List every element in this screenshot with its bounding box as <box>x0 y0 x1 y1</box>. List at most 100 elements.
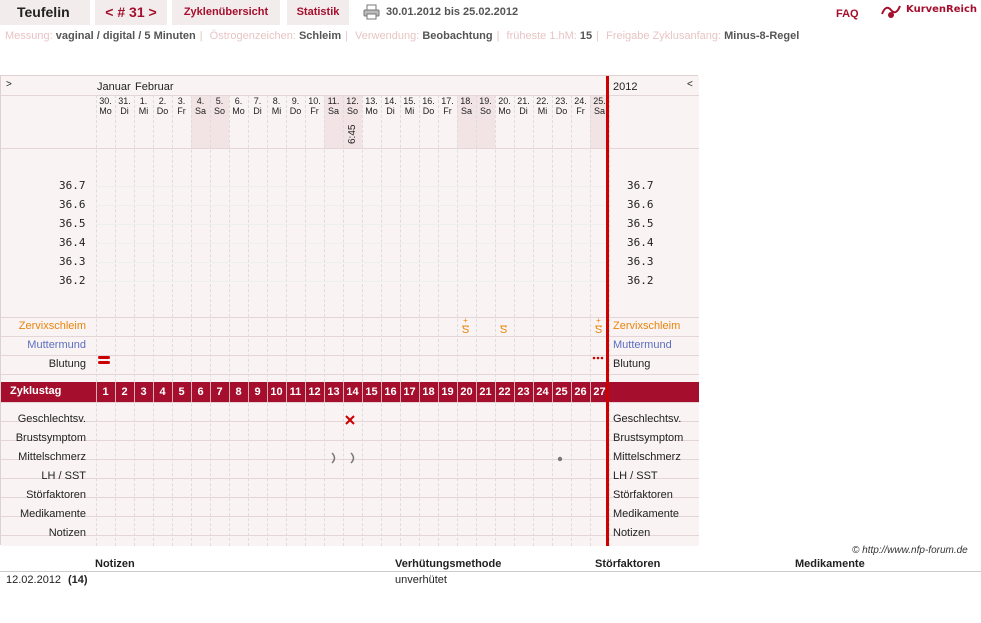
bleeding-strong-icon[interactable] <box>97 355 111 365</box>
date-header[interactable]: 14. Di <box>381 96 400 116</box>
date-header[interactable]: 8. Mi <box>267 96 286 116</box>
date-header[interactable]: 11. Sa <box>324 96 343 116</box>
date-header[interactable]: 18. Sa <box>457 96 476 116</box>
footer-entry-day: (14) <box>68 574 88 586</box>
cycle-day-number[interactable]: 25 <box>552 386 571 398</box>
date-weekday: Fr <box>177 106 186 116</box>
mittelschmerz-dot-icon[interactable] <box>556 455 564 463</box>
cycle-navigator[interactable]: < # 31 > <box>95 0 167 25</box>
temp-axis-label: 36.6 <box>59 198 86 211</box>
date-header[interactable]: 24. Fr <box>571 96 590 116</box>
row-label-bleeding: Blutung <box>48 358 86 370</box>
cycle-day-number[interactable]: 19 <box>438 386 457 398</box>
date-header[interactable]: 2. Do <box>153 96 172 116</box>
chart-nav-prev[interactable]: > <box>6 79 12 90</box>
cycle-day-number[interactable]: 4 <box>153 386 172 398</box>
cycle-day-number[interactable]: 12 <box>305 386 324 398</box>
date-weekday: So <box>213 106 225 116</box>
mittelschmerz-icon[interactable] <box>329 451 339 465</box>
cycle-day-number[interactable]: 7 <box>210 386 229 398</box>
cycle-day-number[interactable]: 9 <box>248 386 267 398</box>
tab-statistics[interactable]: Statistik <box>287 0 349 25</box>
cycle-day-number[interactable]: 8 <box>229 386 248 398</box>
cycle-owner-title: Teufelin <box>0 0 90 25</box>
date-header[interactable]: 10. Fr <box>305 96 324 116</box>
row-label-lower-right: Störfaktoren <box>613 489 673 501</box>
footer-entry-method: unverhütet <box>395 574 447 586</box>
tab-cycle-overview[interactable]: Zyklenübersicht <box>172 0 280 25</box>
date-header[interactable]: 9. Do <box>286 96 305 116</box>
cycle-day-number[interactable]: 26 <box>571 386 590 398</box>
cycle-day-number[interactable]: 14 <box>343 386 362 398</box>
cycle-day-number[interactable]: 1 <box>96 386 115 398</box>
intercourse-cross-icon[interactable] <box>344 414 356 426</box>
date-header[interactable]: 12. So <box>343 96 362 116</box>
cycle-day-number[interactable]: 11 <box>286 386 305 398</box>
date-header[interactable]: 5. So <box>210 96 229 116</box>
date-header[interactable]: 1. Mi <box>134 96 153 116</box>
temp-gridline <box>96 224 606 225</box>
date-header[interactable]: 15. Mi <box>400 96 419 116</box>
mucus-s-plus-icon[interactable]: + S <box>456 316 475 334</box>
date-weekday: Sa <box>460 106 472 116</box>
top-bar: Teufelin < # 31 > Zyklenübersicht Statis… <box>0 0 981 26</box>
chart-nav-next[interactable]: < <box>687 79 693 90</box>
copyright: © http://www.nfp-forum.de <box>852 545 968 556</box>
date-header[interactable]: 17. Fr <box>438 96 457 116</box>
logo-text[interactable]: KurvenReich <box>906 4 977 15</box>
cycle-day-number[interactable]: 3 <box>134 386 153 398</box>
date-day: 18. <box>460 96 473 106</box>
month-january: Januar <box>97 81 131 93</box>
date-day: 14. <box>384 96 397 106</box>
cycle-day-number[interactable]: 24 <box>533 386 552 398</box>
cycle-day-number[interactable]: 17 <box>400 386 419 398</box>
row-label-cervical-mucus-right: Zervixschleim <box>613 320 681 332</box>
cycle-day-number[interactable]: 16 <box>381 386 400 398</box>
date-header[interactable]: 6. Mo <box>229 96 248 116</box>
date-weekday: Mi <box>271 106 282 116</box>
date-header[interactable]: 16. Do <box>419 96 438 116</box>
info-label-release: Freigabe Zyklusanfang: <box>606 30 722 42</box>
date-weekday: Mi <box>537 106 548 116</box>
cycle-day-number[interactable]: 5 <box>172 386 191 398</box>
temp-axis-label-right: 36.4 <box>627 236 654 249</box>
temp-axis-label-right: 36.2 <box>627 274 654 287</box>
cycle-day-number[interactable]: 23 <box>514 386 533 398</box>
date-header[interactable]: 21. Di <box>514 96 533 116</box>
date-day: 3. <box>177 96 186 106</box>
date-header[interactable]: 3. Fr <box>172 96 191 116</box>
cycle-day-number[interactable]: 18 <box>419 386 438 398</box>
printer-icon[interactable] <box>363 4 380 20</box>
date-header[interactable]: 7. Di <box>248 96 267 116</box>
footer-header-notes: Notizen <box>95 558 135 570</box>
info-label-estrogen: Östrogenzeichen: <box>209 30 296 42</box>
mucus-s-icon[interactable]: S <box>494 316 513 334</box>
date-header[interactable]: 31. Di <box>115 96 134 116</box>
bleeding-spotting-icon[interactable] <box>591 355 605 361</box>
cycle-day-number[interactable]: 6 <box>191 386 210 398</box>
date-day: 6. <box>234 96 243 106</box>
date-header[interactable]: 22. Mi <box>533 96 552 116</box>
cycle-day-number[interactable]: 20 <box>457 386 476 398</box>
date-header[interactable]: 30. Mo <box>96 96 115 116</box>
cycle-day-number[interactable]: 22 <box>495 386 514 398</box>
row-label-lower: Geschlechtsv. <box>17 413 86 425</box>
kurvenreich-logo-icon[interactable] <box>880 2 902 20</box>
date-header[interactable]: 19. So <box>476 96 495 116</box>
date-day: 8. <box>272 96 281 106</box>
date-header[interactable]: 13. Mo <box>362 96 381 116</box>
date-day: 12. <box>346 96 359 106</box>
cycle-day-number[interactable]: 13 <box>324 386 343 398</box>
info-label-earliest-hm: früheste 1.hM: <box>506 30 577 42</box>
cycle-day-number[interactable]: 2 <box>115 386 134 398</box>
faq-link[interactable]: FAQ <box>836 8 859 20</box>
cycle-day-number[interactable]: 21 <box>476 386 495 398</box>
cycle-day-number[interactable]: 15 <box>362 386 381 398</box>
footer-entry-date: 12.02.2012 <box>6 574 62 586</box>
date-header[interactable]: 20. Mo <box>495 96 514 116</box>
date-header[interactable]: 4. Sa <box>191 96 210 116</box>
mittelschmerz-icon[interactable] <box>348 451 358 465</box>
date-header[interactable]: 23. Do <box>552 96 571 116</box>
cycle-day-number[interactable]: 10 <box>267 386 286 398</box>
date-weekday: Sa <box>194 106 206 116</box>
